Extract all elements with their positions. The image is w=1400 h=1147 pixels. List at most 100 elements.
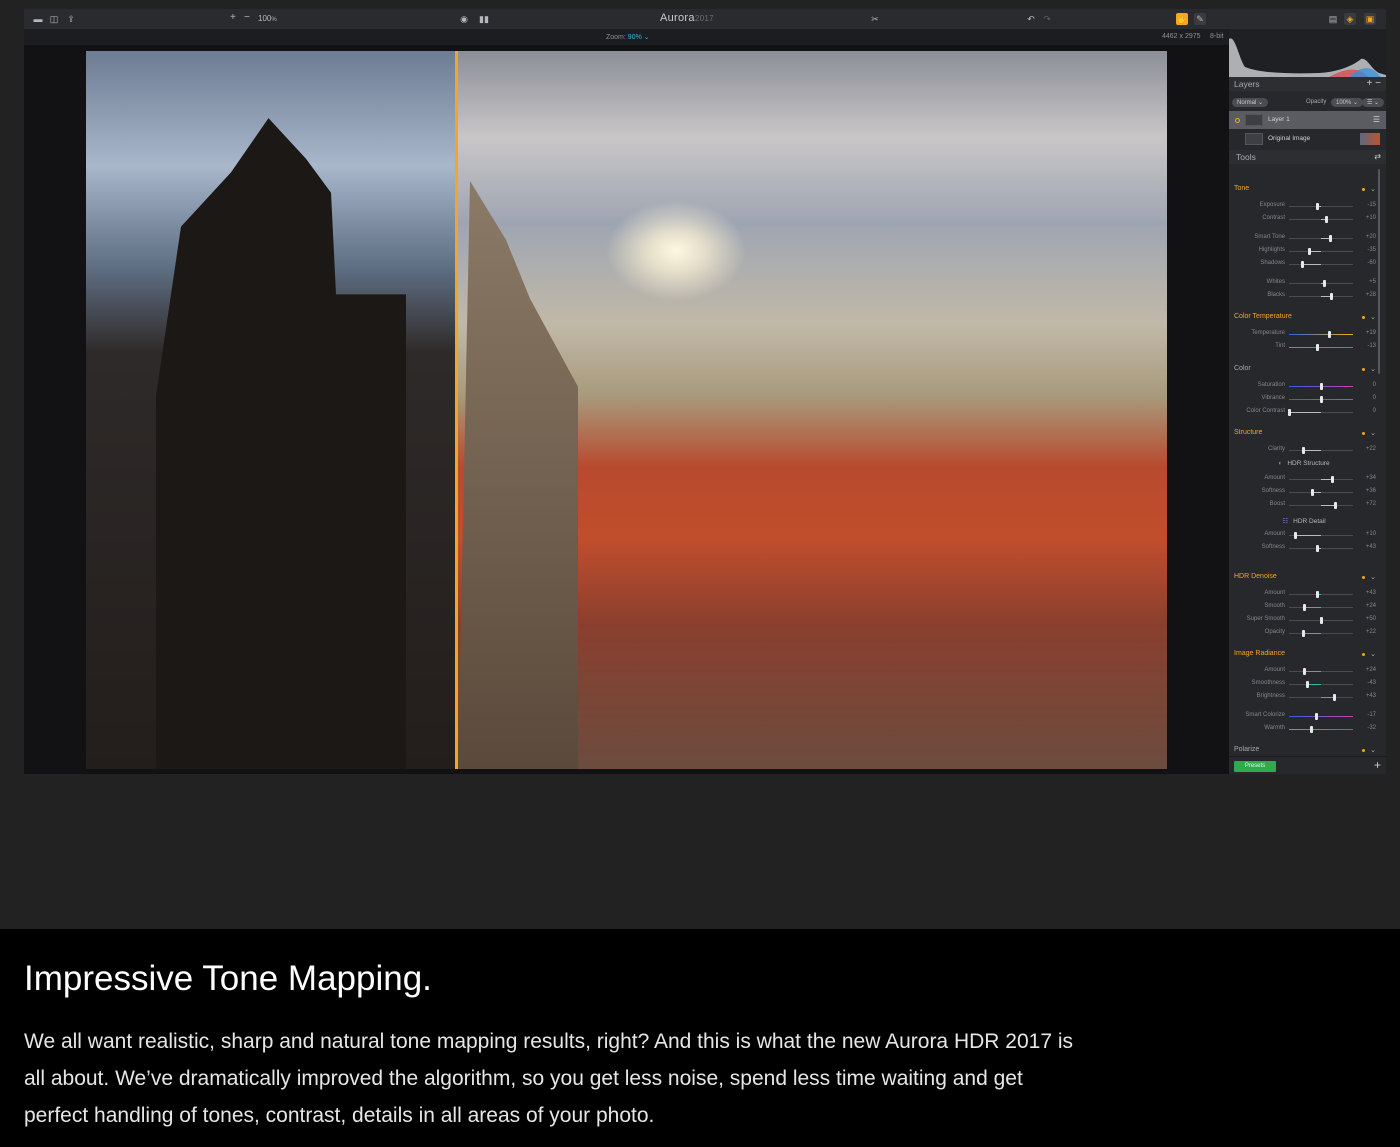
presets-button[interactable]: Presets [1234, 761, 1276, 772]
slider-knob[interactable] [1302, 630, 1306, 637]
group-active-dot[interactable] [1362, 653, 1365, 656]
slider-knob[interactable] [1316, 203, 1320, 210]
crop-icon[interactable]: ✂ [869, 13, 881, 25]
slider-row[interactable]: Whites +5 [1229, 279, 1379, 289]
slider-row[interactable]: Vibrance 0 [1229, 395, 1379, 405]
slider-row[interactable]: Warmth -32 [1229, 725, 1379, 735]
slider-row[interactable]: Color Contrast 0 [1229, 408, 1379, 418]
zoom-level-button[interactable]: 100% [258, 14, 277, 23]
slider-row[interactable]: Blacks +28 [1229, 292, 1379, 302]
slider-row[interactable]: Brightness +43 [1229, 693, 1379, 703]
photo-preview[interactable] [86, 51, 1167, 769]
slider-knob[interactable] [1302, 447, 1306, 454]
slider-track[interactable] [1289, 447, 1353, 454]
group-active-dot[interactable] [1362, 188, 1365, 191]
slider-track[interactable] [1289, 248, 1353, 255]
slider-knob[interactable] [1316, 344, 1320, 351]
slider-row[interactable]: Highlights -35 [1229, 247, 1379, 257]
slider-row[interactable]: Boost +72 [1229, 501, 1379, 511]
slider-row[interactable]: Contrast +10 [1229, 215, 1379, 225]
slider-track[interactable] [1289, 726, 1353, 733]
slider-row[interactable]: Tint -13 [1229, 343, 1379, 353]
tool-group-title[interactable]: Tone [1234, 185, 1249, 192]
tool-group-title[interactable]: Image Radiance [1234, 650, 1285, 657]
layers-stack-icon[interactable]: ◫ [48, 13, 60, 25]
group-active-dot[interactable] [1362, 368, 1365, 371]
tool-group-title[interactable]: Structure [1234, 429, 1262, 436]
tool-group-title[interactable]: Polarize [1234, 746, 1259, 753]
slider-track[interactable] [1289, 630, 1353, 637]
slider-row[interactable]: Exposure -15 [1229, 202, 1379, 212]
zoom-in-button[interactable]: + [230, 12, 236, 23]
slider-knob[interactable] [1303, 668, 1307, 675]
slider-track[interactable] [1289, 713, 1353, 720]
slider-knob[interactable] [1303, 604, 1307, 611]
compare-split-handle[interactable] [455, 51, 458, 769]
compare-icon[interactable]: ▮▮ [478, 13, 490, 25]
group-active-dot[interactable] [1362, 576, 1365, 579]
slider-track[interactable] [1289, 532, 1353, 539]
share-icon[interactable]: ⇪ [65, 13, 77, 25]
group-active-dot[interactable] [1362, 749, 1365, 752]
chevron-down-icon[interactable]: ⌄ [1370, 313, 1376, 321]
slider-knob[interactable] [1325, 216, 1329, 223]
slider-knob[interactable] [1333, 694, 1337, 701]
slider-track[interactable] [1289, 293, 1353, 300]
slider-track[interactable] [1289, 261, 1353, 268]
folder-icon[interactable]: ▬ [32, 13, 44, 25]
blend-mode-select[interactable]: Normal ⌄ [1232, 98, 1269, 107]
reset-tools-icon[interactable]: ⇄ [1374, 152, 1381, 161]
slider-knob[interactable] [1314, 713, 1318, 720]
slider-track[interactable] [1289, 545, 1353, 552]
slider-row[interactable]: Super Smooth +50 [1229, 616, 1379, 626]
slider-row[interactable]: Smart Colorize -17 [1229, 712, 1379, 722]
slider-row[interactable]: Temperature +19 [1229, 330, 1379, 340]
slider-row[interactable]: Clarity +22 [1229, 446, 1379, 456]
slider-row[interactable]: Amount +43 [1229, 590, 1379, 600]
slider-row[interactable]: Amount +24 [1229, 667, 1379, 677]
group-active-dot[interactable] [1362, 432, 1365, 435]
slider-row[interactable]: Smart Tone +20 [1229, 234, 1379, 244]
tool-group-title[interactable]: Color Temperature [1234, 313, 1292, 320]
slider-knob[interactable] [1320, 396, 1323, 403]
slider-knob[interactable] [1300, 261, 1304, 268]
tool-group-title[interactable]: HDR Denoise [1234, 573, 1277, 580]
slider-knob[interactable] [1330, 476, 1334, 483]
slider-track[interactable] [1289, 235, 1353, 242]
redo-icon[interactable]: ↷ [1041, 13, 1053, 25]
chevron-down-icon[interactable]: ⌄ [1370, 650, 1376, 658]
remove-layer-button[interactable]: − [1375, 78, 1381, 89]
hdr-structure-subheader[interactable]: ◐ HDR Structure [1229, 460, 1379, 467]
slider-knob[interactable] [1334, 502, 1338, 509]
slider-knob[interactable] [1320, 383, 1323, 390]
hand-tool-icon[interactable]: ✋ [1176, 13, 1188, 25]
slider-track[interactable] [1289, 203, 1353, 210]
layers-panel-icon[interactable]: ◈ [1344, 13, 1356, 25]
chevron-down-icon[interactable]: ⌄ [1370, 573, 1376, 581]
slider-row[interactable]: Saturation 0 [1229, 382, 1379, 392]
slider-track[interactable] [1288, 409, 1353, 416]
slider-track[interactable] [1289, 344, 1353, 351]
slider-knob[interactable] [1311, 489, 1315, 496]
slider-track[interactable] [1289, 694, 1353, 701]
slider-knob[interactable] [1328, 235, 1332, 242]
slider-track[interactable] [1289, 216, 1353, 223]
chevron-down-icon[interactable]: ⌄ [1370, 429, 1376, 437]
slider-row[interactable]: Softness +36 [1229, 488, 1379, 498]
slider-track[interactable] [1289, 383, 1353, 390]
chevron-down-icon[interactable]: ⌄ [1370, 746, 1376, 754]
image-canvas[interactable] [24, 45, 1229, 774]
slider-row[interactable]: Smoothness -43 [1229, 680, 1379, 690]
slider-knob[interactable] [1315, 545, 1319, 552]
slider-track[interactable] [1289, 280, 1353, 287]
layer-menu-button[interactable]: ☰ ⌄ [1362, 98, 1385, 107]
slider-knob[interactable] [1294, 532, 1298, 539]
chevron-down-icon[interactable]: ⌄ [1370, 185, 1376, 193]
slider-knob[interactable] [1305, 681, 1309, 688]
slider-row[interactable]: Opacity +22 [1229, 629, 1379, 639]
slider-row[interactable]: Amount +34 [1229, 475, 1379, 485]
panel-scrollbar[interactable] [1378, 169, 1380, 374]
slider-row[interactable]: Shadows -60 [1229, 260, 1379, 270]
slider-track[interactable] [1289, 591, 1353, 598]
brush-tool-icon[interactable]: ✎ [1194, 13, 1206, 25]
